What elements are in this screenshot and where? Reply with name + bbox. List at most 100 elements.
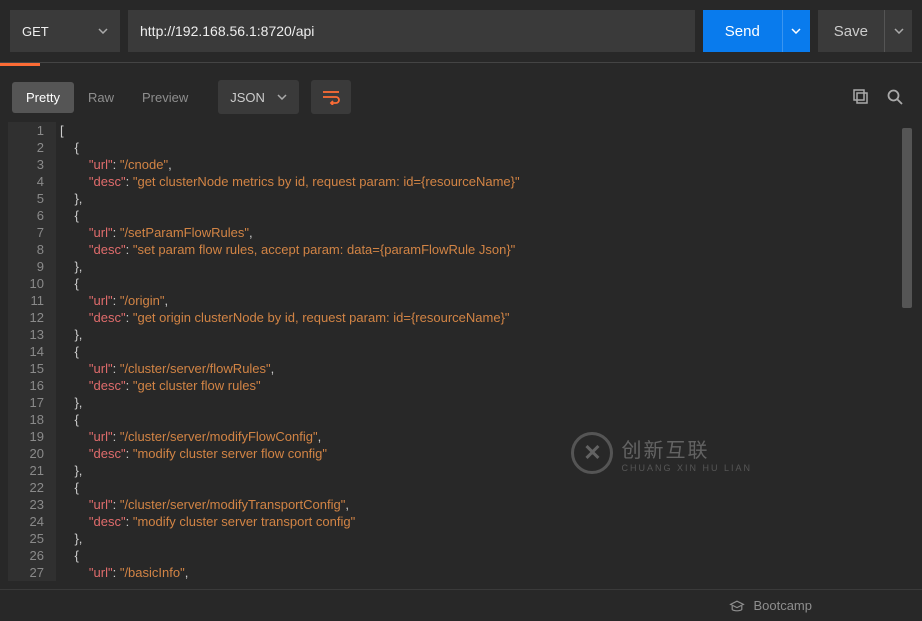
line-content: "desc": "set param flow rules, accept pa… bbox=[56, 241, 914, 258]
line-content: "url": "/origin", bbox=[56, 292, 914, 309]
code-line: 20 "desc": "modify cluster server flow c… bbox=[8, 445, 914, 462]
response-actions bbox=[852, 88, 910, 106]
code-line: 1[ bbox=[8, 122, 914, 139]
line-number: 8 bbox=[8, 241, 56, 258]
line-number: 21 bbox=[8, 462, 56, 479]
line-number: 25 bbox=[8, 530, 56, 547]
method-select[interactable]: GET bbox=[10, 10, 120, 52]
line-number: 16 bbox=[8, 377, 56, 394]
line-number: 6 bbox=[8, 207, 56, 224]
line-number: 9 bbox=[8, 258, 56, 275]
line-number: 14 bbox=[8, 343, 56, 360]
save-dropdown[interactable] bbox=[884, 10, 912, 52]
code-line: 18 { bbox=[8, 411, 914, 428]
line-content: "url": "/cluster/server/modifyTransportC… bbox=[56, 496, 914, 513]
format-select[interactable]: JSON bbox=[218, 80, 299, 114]
code-line: 2 { bbox=[8, 139, 914, 156]
line-number: 22 bbox=[8, 479, 56, 496]
code-line: 12 "desc": "get origin clusterNode by id… bbox=[8, 309, 914, 326]
line-content: "desc": "modify cluster server transport… bbox=[56, 513, 914, 530]
line-content: }, bbox=[56, 258, 914, 275]
url-input[interactable] bbox=[128, 10, 695, 52]
line-content: { bbox=[56, 207, 914, 224]
line-number: 12 bbox=[8, 309, 56, 326]
send-button-group: Send bbox=[703, 10, 810, 52]
scrollbar-thumb[interactable] bbox=[902, 128, 912, 308]
code-line: 24 "desc": "modify cluster server transp… bbox=[8, 513, 914, 530]
line-content: }, bbox=[56, 326, 914, 343]
code-line: 16 "desc": "get cluster flow rules" bbox=[8, 377, 914, 394]
line-content: "url": "/cluster/server/flowRules", bbox=[56, 360, 914, 377]
line-content: }, bbox=[56, 394, 914, 411]
line-number: 13 bbox=[8, 326, 56, 343]
copy-icon[interactable] bbox=[852, 88, 870, 106]
line-number: 5 bbox=[8, 190, 56, 207]
chevron-down-icon bbox=[791, 28, 801, 34]
line-content: "desc": "get origin clusterNode by id, r… bbox=[56, 309, 914, 326]
code-line: 13 }, bbox=[8, 326, 914, 343]
save-button-group: Save bbox=[818, 10, 912, 52]
line-number: 24 bbox=[8, 513, 56, 530]
save-button[interactable]: Save bbox=[818, 10, 884, 52]
code-line: 9 }, bbox=[8, 258, 914, 275]
line-content: }, bbox=[56, 190, 914, 207]
line-number: 1 bbox=[8, 122, 56, 139]
line-number: 18 bbox=[8, 411, 56, 428]
format-value: JSON bbox=[230, 90, 265, 105]
line-number: 4 bbox=[8, 173, 56, 190]
line-number: 27 bbox=[8, 564, 56, 581]
line-content: "url": "/basicInfo", bbox=[56, 564, 914, 581]
code-line: 17 }, bbox=[8, 394, 914, 411]
line-content: { bbox=[56, 139, 914, 156]
line-content: "desc": "modify cluster server flow conf… bbox=[56, 445, 914, 462]
line-number: 23 bbox=[8, 496, 56, 513]
line-content: { bbox=[56, 479, 914, 496]
response-toolbar: Pretty Raw Preview JSON bbox=[0, 72, 922, 122]
footer-bootcamp-link[interactable]: Bootcamp bbox=[753, 598, 812, 613]
line-number: 20 bbox=[8, 445, 56, 462]
line-number: 19 bbox=[8, 428, 56, 445]
line-content: }, bbox=[56, 462, 914, 479]
view-mode-tabs: Pretty Raw Preview bbox=[12, 82, 202, 113]
code-line: 22 { bbox=[8, 479, 914, 496]
footer: Bootcamp bbox=[0, 589, 922, 621]
search-icon[interactable] bbox=[886, 88, 904, 106]
send-dropdown[interactable] bbox=[782, 10, 810, 52]
tab-pretty[interactable]: Pretty bbox=[12, 82, 74, 113]
code-line: 21 }, bbox=[8, 462, 914, 479]
code-line: 25 }, bbox=[8, 530, 914, 547]
line-number: 3 bbox=[8, 156, 56, 173]
code-line: 11 "url": "/origin", bbox=[8, 292, 914, 309]
code-line: 4 "desc": "get clusterNode metrics by id… bbox=[8, 173, 914, 190]
code-line: 8 "desc": "set param flow rules, accept … bbox=[8, 241, 914, 258]
code-line: 26 { bbox=[8, 547, 914, 564]
code-line: 14 { bbox=[8, 343, 914, 360]
line-number: 2 bbox=[8, 139, 56, 156]
wrap-icon bbox=[321, 89, 341, 105]
code-line: 7 "url": "/setParamFlowRules", bbox=[8, 224, 914, 241]
chevron-down-icon bbox=[277, 94, 287, 100]
line-content: { bbox=[56, 343, 914, 360]
line-number: 17 bbox=[8, 394, 56, 411]
line-number: 11 bbox=[8, 292, 56, 309]
line-content: [ bbox=[56, 122, 914, 139]
line-number: 26 bbox=[8, 547, 56, 564]
send-button[interactable]: Send bbox=[703, 10, 782, 52]
wrap-lines-button[interactable] bbox=[311, 80, 351, 114]
line-content: }, bbox=[56, 530, 914, 547]
code-line: 15 "url": "/cluster/server/flowRules", bbox=[8, 360, 914, 377]
code-line: 6 { bbox=[8, 207, 914, 224]
line-content: "url": "/cnode", bbox=[56, 156, 914, 173]
response-body-viewer[interactable]: 1[2 {3 "url": "/cnode",4 "desc": "get cl… bbox=[8, 122, 914, 589]
method-value: GET bbox=[22, 24, 49, 39]
code-line: 3 "url": "/cnode", bbox=[8, 156, 914, 173]
chevron-down-icon bbox=[894, 28, 904, 34]
tab-raw[interactable]: Raw bbox=[74, 82, 128, 113]
line-content: "desc": "get cluster flow rules" bbox=[56, 377, 914, 394]
active-tab-indicator bbox=[0, 63, 922, 66]
bootcamp-icon bbox=[729, 599, 745, 613]
code-line: 5 }, bbox=[8, 190, 914, 207]
code-line: 19 "url": "/cluster/server/modifyFlowCon… bbox=[8, 428, 914, 445]
tab-preview[interactable]: Preview bbox=[128, 82, 202, 113]
code-line: 27 "url": "/basicInfo", bbox=[8, 564, 914, 581]
